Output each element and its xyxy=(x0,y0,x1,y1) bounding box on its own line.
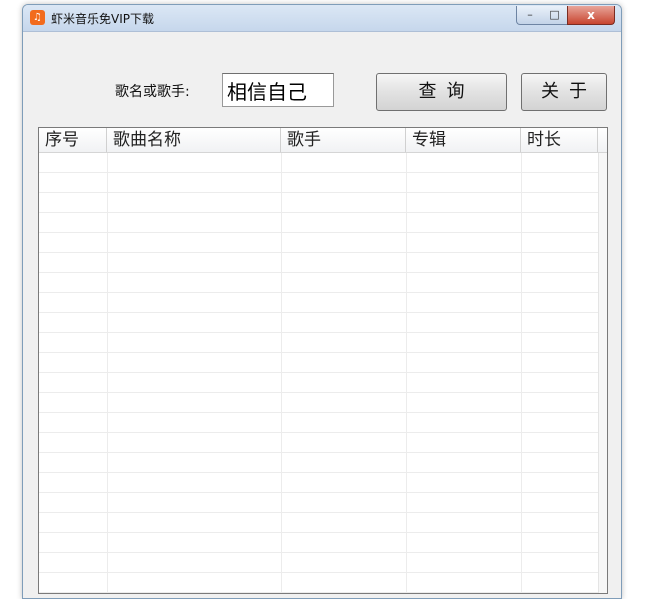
column-header-filler xyxy=(598,128,607,152)
column-header-index[interactable]: 序号 xyxy=(39,128,107,152)
column-header-duration[interactable]: 时长 xyxy=(521,128,598,152)
column-divider xyxy=(521,153,522,593)
minimize-button[interactable]: – xyxy=(516,6,544,25)
title-bar[interactable]: ♫ 虾米音乐免VIP下载 – □ x xyxy=(23,5,621,32)
column-divider xyxy=(406,153,407,593)
app-window: ♫ 虾米音乐免VIP下载 – □ x 歌名或歌手: 查询 关于 序号 歌曲名称 … xyxy=(22,4,622,599)
app-icon: ♫ xyxy=(30,10,45,25)
search-label: 歌名或歌手: xyxy=(115,84,190,100)
column-divider xyxy=(107,153,108,593)
column-header-song-name[interactable]: 歌曲名称 xyxy=(107,128,281,152)
column-header-artist[interactable]: 歌手 xyxy=(281,128,406,152)
column-divider xyxy=(281,153,282,593)
column-header-album[interactable]: 专辑 xyxy=(406,128,521,152)
maximize-button[interactable]: □ xyxy=(542,6,568,25)
about-button[interactable]: 关于 xyxy=(521,73,607,111)
table-header: 序号 歌曲名称 歌手 专辑 时长 xyxy=(39,128,607,153)
close-button[interactable]: x xyxy=(567,6,615,25)
window-title: 虾米音乐免VIP下载 xyxy=(51,12,154,26)
results-table[interactable]: 序号 歌曲名称 歌手 专辑 时长 xyxy=(38,127,608,594)
query-button[interactable]: 查询 xyxy=(376,73,507,111)
search-input[interactable] xyxy=(222,73,334,107)
table-scroll-edge xyxy=(598,153,607,593)
